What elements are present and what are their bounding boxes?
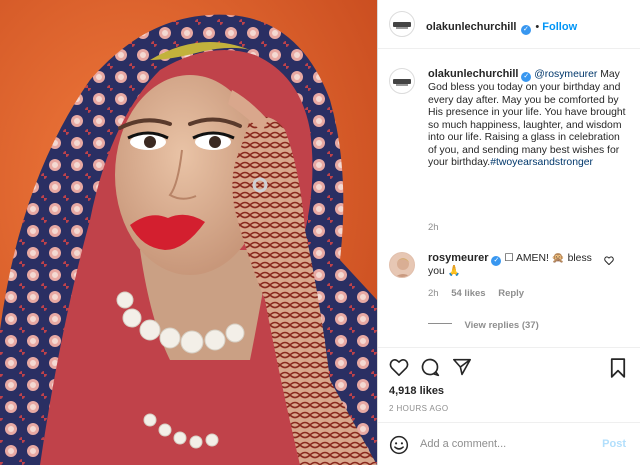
- caption: olakunlechurchill ✓ @rosymeurer May God …: [428, 68, 628, 170]
- portrait-illustration: [0, 0, 377, 465]
- comment-text-line-2: you 🙏: [428, 266, 461, 277]
- commenter-avatar[interactable]: [389, 252, 415, 278]
- post-photo[interactable]: [0, 0, 377, 465]
- comment-like-heart-icon[interactable]: [604, 256, 614, 265]
- caption-timestamp: 2h: [428, 222, 439, 233]
- view-replies-button[interactable]: View replies (37): [428, 315, 539, 333]
- post-comment-button[interactable]: Post: [602, 438, 626, 450]
- caption-body: May God bless you today on your birthday…: [428, 69, 626, 168]
- caption-mention[interactable]: @rosymeurer: [534, 69, 597, 80]
- add-comment-row: Post: [378, 422, 640, 466]
- comment-reply-button[interactable]: Reply: [498, 288, 524, 299]
- post-time-ago: 2 HOURS AGO: [389, 404, 449, 413]
- caption-hashtag[interactable]: #twoyearsandstronger: [490, 157, 593, 168]
- view-replies-line: [428, 323, 452, 325]
- comment-bubble-icon[interactable]: [420, 357, 440, 377]
- emoji-smiley-icon[interactable]: [389, 435, 409, 455]
- view-replies-label[interactable]: View replies (37): [464, 320, 538, 331]
- share-paper-plane-icon[interactable]: [452, 358, 472, 376]
- instagram-post-modal: olakunlechurchill ✓ • Follow olakunlechu…: [0, 0, 640, 465]
- actions-divider: [378, 347, 640, 348]
- comment-meta: 2h 54 likes Reply: [428, 288, 524, 299]
- caption-author-avatar[interactable]: [389, 68, 415, 94]
- post-header: olakunlechurchill ✓ • Follow: [378, 0, 640, 49]
- verified-badge-icon: ✓: [491, 256, 502, 266]
- verified-badge-icon: ✓: [521, 72, 532, 82]
- post-side-panel: olakunlechurchill ✓ • Follow olakunlechu…: [377, 0, 640, 465]
- add-comment-input[interactable]: [420, 435, 590, 453]
- author-username[interactable]: olakunlechurchill: [426, 21, 516, 33]
- follow-button[interactable]: Follow: [542, 21, 577, 33]
- comment-likes[interactable]: 54 likes: [451, 288, 485, 299]
- author-avatar[interactable]: [389, 11, 415, 37]
- comment-username[interactable]: rosymeurer: [428, 252, 489, 264]
- likes-count[interactable]: 4,918 likes: [389, 385, 444, 397]
- caption-username[interactable]: olakunlechurchill: [428, 68, 518, 80]
- comment-text-line-1: ☐ AMEN! 🙊 bless: [504, 253, 592, 264]
- commenter-face-icon: [395, 258, 411, 277]
- save-bookmark-icon[interactable]: [610, 358, 626, 378]
- comment: rosymeurer ✓ ☐ AMEN! 🙊 bless you 🙏: [428, 252, 608, 279]
- like-heart-icon[interactable]: [389, 358, 409, 376]
- verified-badge-icon: ✓: [520, 25, 531, 35]
- comment-timestamp: 2h: [428, 288, 439, 299]
